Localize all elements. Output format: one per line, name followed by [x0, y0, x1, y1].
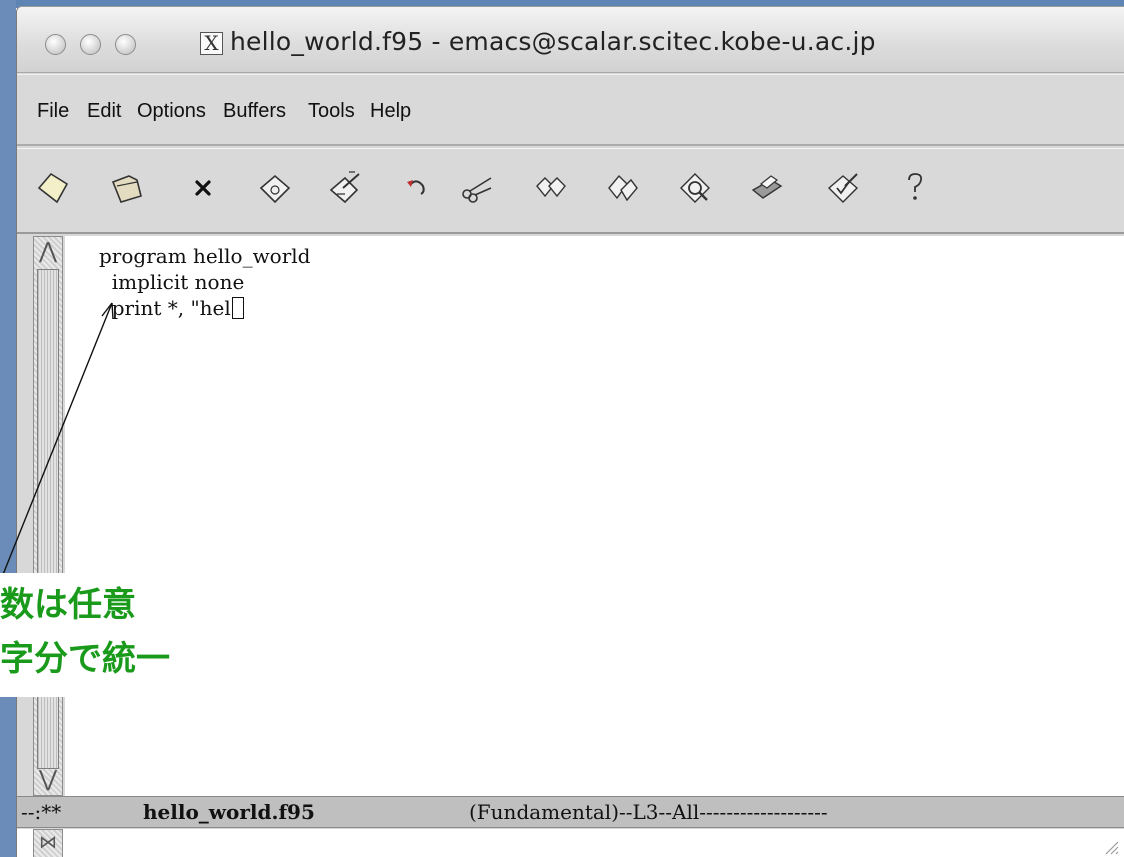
modeline-mode-info: (Fundamental)--L3--All------------------… [469, 800, 828, 824]
desktop-background-left [0, 0, 16, 857]
tool-bar [17, 148, 1124, 234]
menu-help[interactable]: Help [370, 100, 411, 123]
modeline-buffer-name: hello_world.f95 [143, 800, 315, 824]
minibuffer-scrollbar[interactable]: ⋈ [33, 829, 63, 857]
emacs-window: X hello_world.f95 - emacs@scalar.scitec.… [16, 6, 1124, 857]
modeline-status: --:** [21, 800, 62, 824]
copy-icon[interactable] [531, 166, 571, 210]
title-bar[interactable]: X hello_world.f95 - emacs@scalar.scitec.… [17, 7, 1124, 73]
save-disk-icon[interactable] [255, 166, 295, 210]
close-window-button[interactable] [45, 34, 66, 55]
minimize-window-button[interactable] [80, 34, 101, 55]
window-title: hello_world.f95 - emacs@scalar.scitec.ko… [230, 27, 876, 56]
code-line-2: implicit none [99, 270, 245, 294]
code-line-1: program hello_world [99, 244, 311, 268]
editor-buffer[interactable]: program hello_world implicit none print … [65, 236, 1124, 796]
cut-scissors-icon[interactable] [457, 166, 497, 210]
menu-buffers[interactable]: Buffers [223, 100, 286, 123]
paste-icon[interactable] [603, 166, 643, 210]
annotation-callout: 数は任意 字分で統一 [0, 573, 246, 697]
open-folder-icon[interactable] [107, 166, 147, 210]
annotation-line-1: 数は任意 [0, 585, 136, 625]
menu-bar: File Edit Options Buffers Tools Help [17, 74, 1124, 146]
help-icon[interactable] [895, 166, 935, 210]
search-icon[interactable] [675, 166, 715, 210]
menu-file[interactable]: File [37, 100, 69, 123]
x11-icon: X [200, 32, 223, 55]
undo-icon[interactable] [397, 166, 437, 210]
menu-tools[interactable]: Tools [308, 100, 355, 123]
menu-options[interactable]: Options [137, 100, 206, 123]
annotation-line-2: 字分で統一 [0, 639, 170, 679]
code-line-3: print *, "hel [99, 296, 244, 320]
close-icon[interactable] [183, 166, 223, 210]
save-as-icon[interactable] [325, 166, 365, 210]
mode-line: --:** hello_world.f95 (Fundamental)--L3-… [17, 796, 1124, 828]
scroll-down-arrow-icon[interactable]: ⋁ [37, 767, 59, 793]
new-file-icon[interactable] [33, 166, 73, 210]
zoom-window-button[interactable] [115, 34, 136, 55]
code-line-3-text: print *, "hel [99, 296, 231, 320]
scroll-up-arrow-icon[interactable]: ⋀ [37, 239, 59, 265]
spell-check-icon[interactable] [823, 166, 863, 210]
vertical-scrollbar[interactable]: ⋀ ⋁ [33, 236, 63, 796]
menu-edit[interactable]: Edit [87, 100, 121, 123]
resize-grip-icon[interactable] [1102, 838, 1120, 856]
text-cursor [231, 297, 244, 319]
print-icon[interactable] [747, 166, 787, 210]
minibuffer[interactable]: ⋈ [17, 829, 1124, 857]
